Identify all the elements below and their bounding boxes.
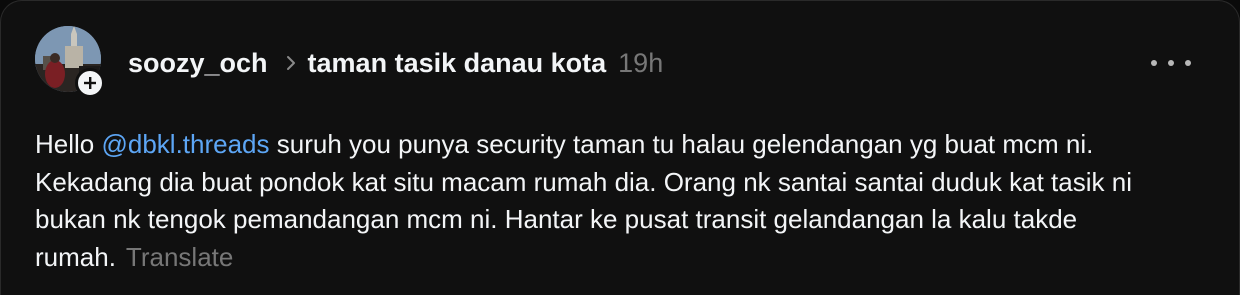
more-horizontal-icon	[1151, 60, 1157, 66]
mention-link[interactable]: @dbkl.threads	[101, 129, 269, 159]
thread-post: soozy_och taman tasik danau kota 19h Hel…	[0, 0, 1240, 295]
username-link[interactable]: soozy_och	[128, 48, 268, 79]
translate-button[interactable]: Translate	[126, 242, 233, 272]
follow-button[interactable]	[75, 68, 105, 98]
avatar-container[interactable]	[35, 26, 105, 98]
greeting-text: Hello	[35, 129, 102, 159]
chevron-right-icon	[286, 55, 296, 71]
plus-icon	[84, 77, 96, 89]
more-options-button[interactable]	[1151, 53, 1191, 73]
post-header: soozy_och taman tasik danau kota 19h	[128, 45, 663, 81]
post-timestamp[interactable]: 19h	[618, 48, 663, 79]
community-link[interactable]: taman tasik danau kota	[308, 48, 607, 79]
post-body: Hello @dbkl.threads suruh you punya secu…	[35, 126, 1185, 276]
